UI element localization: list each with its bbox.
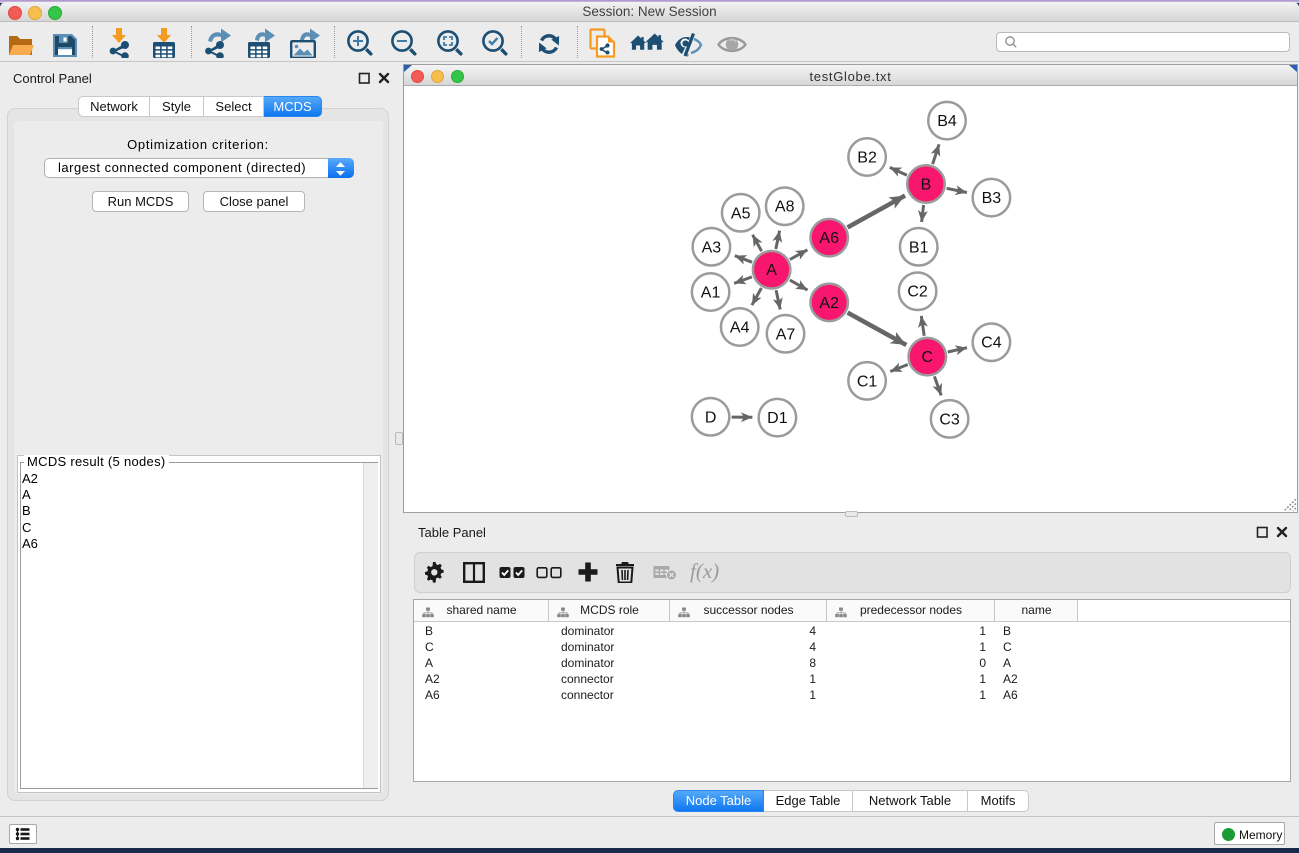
svg-text:A4: A4 <box>730 320 750 337</box>
svg-text:D1: D1 <box>767 410 788 427</box>
svg-text:A5: A5 <box>731 205 751 222</box>
svg-text:B3: B3 <box>982 190 1002 207</box>
svg-text:B: B <box>921 177 932 194</box>
svg-text:D: D <box>705 409 717 426</box>
svg-text:A8: A8 <box>775 199 795 216</box>
svg-text:C3: C3 <box>939 411 960 428</box>
svg-text:A6: A6 <box>819 230 839 247</box>
svg-text:A7: A7 <box>776 326 796 343</box>
svg-text:A3: A3 <box>702 239 722 256</box>
svg-text:C: C <box>922 349 934 366</box>
svg-text:C4: C4 <box>981 335 1002 352</box>
svg-text:A2: A2 <box>819 295 839 312</box>
svg-text:B4: B4 <box>937 113 957 130</box>
svg-text:B2: B2 <box>857 150 877 167</box>
svg-text:A: A <box>766 262 777 279</box>
svg-text:B1: B1 <box>909 239 929 256</box>
svg-text:C1: C1 <box>857 373 878 390</box>
svg-text:C2: C2 <box>907 284 928 301</box>
svg-text:A1: A1 <box>701 285 721 302</box>
